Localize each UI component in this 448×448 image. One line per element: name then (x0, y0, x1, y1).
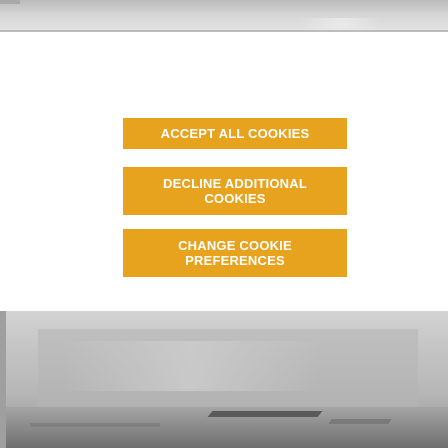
change-cookie-preferences-label-line2: PREFERENCES (185, 253, 285, 268)
decline-additional-cookies-button[interactable]: DECLINE ADDITIONAL COOKIES (123, 167, 347, 215)
decline-additional-cookies-label-line1: DECLINE ADDITIONAL (163, 176, 307, 191)
accept-all-cookies-button[interactable]: ACCEPT ALL COOKIES (123, 118, 347, 149)
change-cookie-preferences-button[interactable]: CHANGE COOKIE PREFERENCES (123, 229, 347, 277)
cookie-consent-page: ACCEPT ALL COOKIES DECLINE ADDITIONAL CO… (0, 0, 448, 448)
footer-background-image (0, 311, 448, 448)
change-cookie-preferences-label-line1: CHANGE COOKIE (178, 238, 292, 253)
decline-additional-cookies-label-line2: COOKIES (204, 191, 266, 206)
header-background-image (0, 0, 448, 32)
accept-all-cookies-label: ACCEPT ALL COOKIES (160, 126, 310, 141)
